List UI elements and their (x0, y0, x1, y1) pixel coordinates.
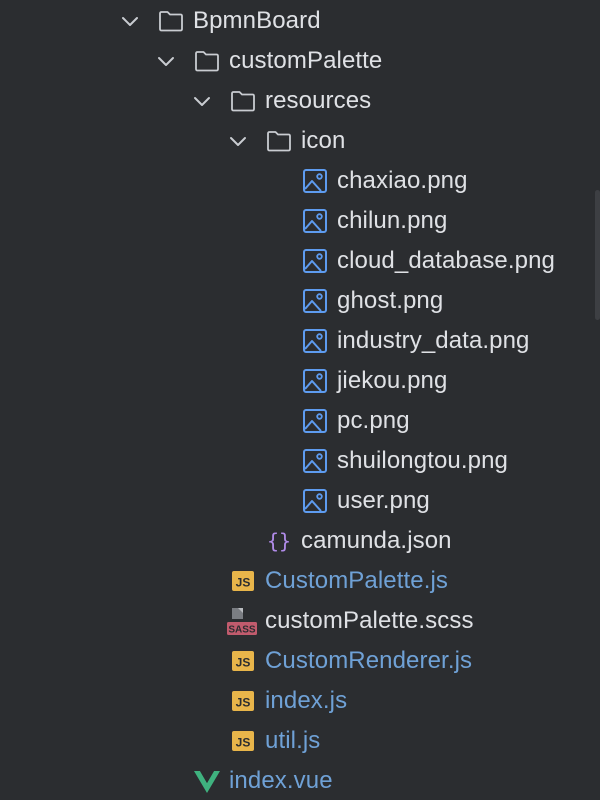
image-file-icon (301, 207, 329, 235)
tree-file-row[interactable]: index.vue (0, 761, 600, 800)
tree-item-label: CustomPalette.js (265, 567, 449, 594)
svg-text:JS: JS (236, 736, 251, 750)
tree-file-row[interactable]: industry_data.png (0, 321, 600, 361)
tree-item-label: shuilongtou.png (337, 447, 508, 474)
tree-file-row[interactable]: chaxiao.png (0, 161, 600, 201)
image-file-icon (301, 327, 329, 355)
image-file-icon (301, 167, 329, 195)
tree-item-label: customPalette (229, 47, 383, 74)
tree-file-row[interactable]: shuilongtou.png (0, 441, 600, 481)
javascript-file-icon: JS (229, 647, 257, 675)
tree-item-label: BpmnBoard (193, 7, 321, 34)
image-file-icon (301, 367, 329, 395)
project-file-tree: BpmnBoard customPalette resources icon chaxi… (0, 0, 600, 800)
tree-folder-row[interactable]: customPalette (0, 41, 600, 81)
tree-file-row[interactable]: JS CustomRenderer.js (0, 641, 600, 681)
chevron-down-icon[interactable] (228, 131, 248, 151)
folder-icon (157, 7, 185, 35)
tree-item-label: index.js (265, 687, 348, 714)
tree-file-row[interactable]: {} camunda.json (0, 521, 600, 561)
tree-file-row[interactable]: JS util.js (0, 721, 600, 761)
chevron-down-icon[interactable] (156, 51, 176, 71)
tree-file-row[interactable]: ghost.png (0, 281, 600, 321)
tree-item-label: user.png (337, 487, 430, 514)
tree-file-row[interactable]: chilun.png (0, 201, 600, 241)
folder-icon (193, 47, 221, 75)
image-file-icon (301, 447, 329, 475)
tree-item-label: resources (265, 87, 372, 114)
json-file-icon: {} (265, 527, 293, 555)
svg-text:JS: JS (236, 696, 251, 710)
tree-scrollbar[interactable] (595, 190, 600, 320)
tree-file-row[interactable]: user.png (0, 481, 600, 521)
folder-icon (229, 87, 257, 115)
svg-text:SASS: SASS (228, 625, 256, 636)
image-file-icon (301, 247, 329, 275)
javascript-file-icon: JS (229, 687, 257, 715)
tree-item-label: customPalette.scss (265, 607, 474, 634)
tree-item-label: pc.png (337, 407, 410, 434)
tree-file-row[interactable]: jiekou.png (0, 361, 600, 401)
tree-file-row[interactable]: cloud_database.png (0, 241, 600, 281)
tree-file-row[interactable]: SASS customPalette.scss (0, 601, 600, 641)
image-file-icon (301, 407, 329, 435)
image-file-icon (301, 287, 329, 315)
chevron-down-icon[interactable] (192, 91, 212, 111)
sass-file-icon: SASS (226, 605, 258, 637)
svg-text:{}: {} (267, 529, 291, 553)
chevron-down-icon[interactable] (120, 11, 140, 31)
tree-item-label: CustomRenderer.js (265, 647, 473, 674)
tree-folder-row[interactable]: resources (0, 81, 600, 121)
javascript-file-icon: JS (229, 727, 257, 755)
image-file-icon (301, 487, 329, 515)
tree-item-label: chaxiao.png (337, 167, 468, 194)
tree-item-label: camunda.json (301, 527, 452, 554)
tree-item-label: ghost.png (337, 287, 444, 314)
tree-file-row[interactable]: pc.png (0, 401, 600, 441)
tree-item-label: chilun.png (337, 207, 448, 234)
javascript-file-icon: JS (229, 567, 257, 595)
tree-file-row[interactable]: JS index.js (0, 681, 600, 721)
folder-icon (265, 127, 293, 155)
vue-file-icon (193, 767, 221, 795)
tree-item-label: index.vue (229, 767, 333, 794)
tree-file-row[interactable]: JS CustomPalette.js (0, 561, 600, 601)
tree-folder-row[interactable]: icon (0, 121, 600, 161)
tree-folder-row[interactable]: BpmnBoard (0, 1, 600, 41)
svg-text:JS: JS (236, 576, 251, 590)
svg-text:JS: JS (236, 656, 251, 670)
tree-item-label: icon (301, 127, 346, 154)
tree-item-label: industry_data.png (337, 327, 530, 354)
tree-item-label: util.js (265, 727, 321, 754)
tree-item-label: cloud_database.png (337, 247, 555, 274)
tree-item-label: jiekou.png (337, 367, 448, 394)
